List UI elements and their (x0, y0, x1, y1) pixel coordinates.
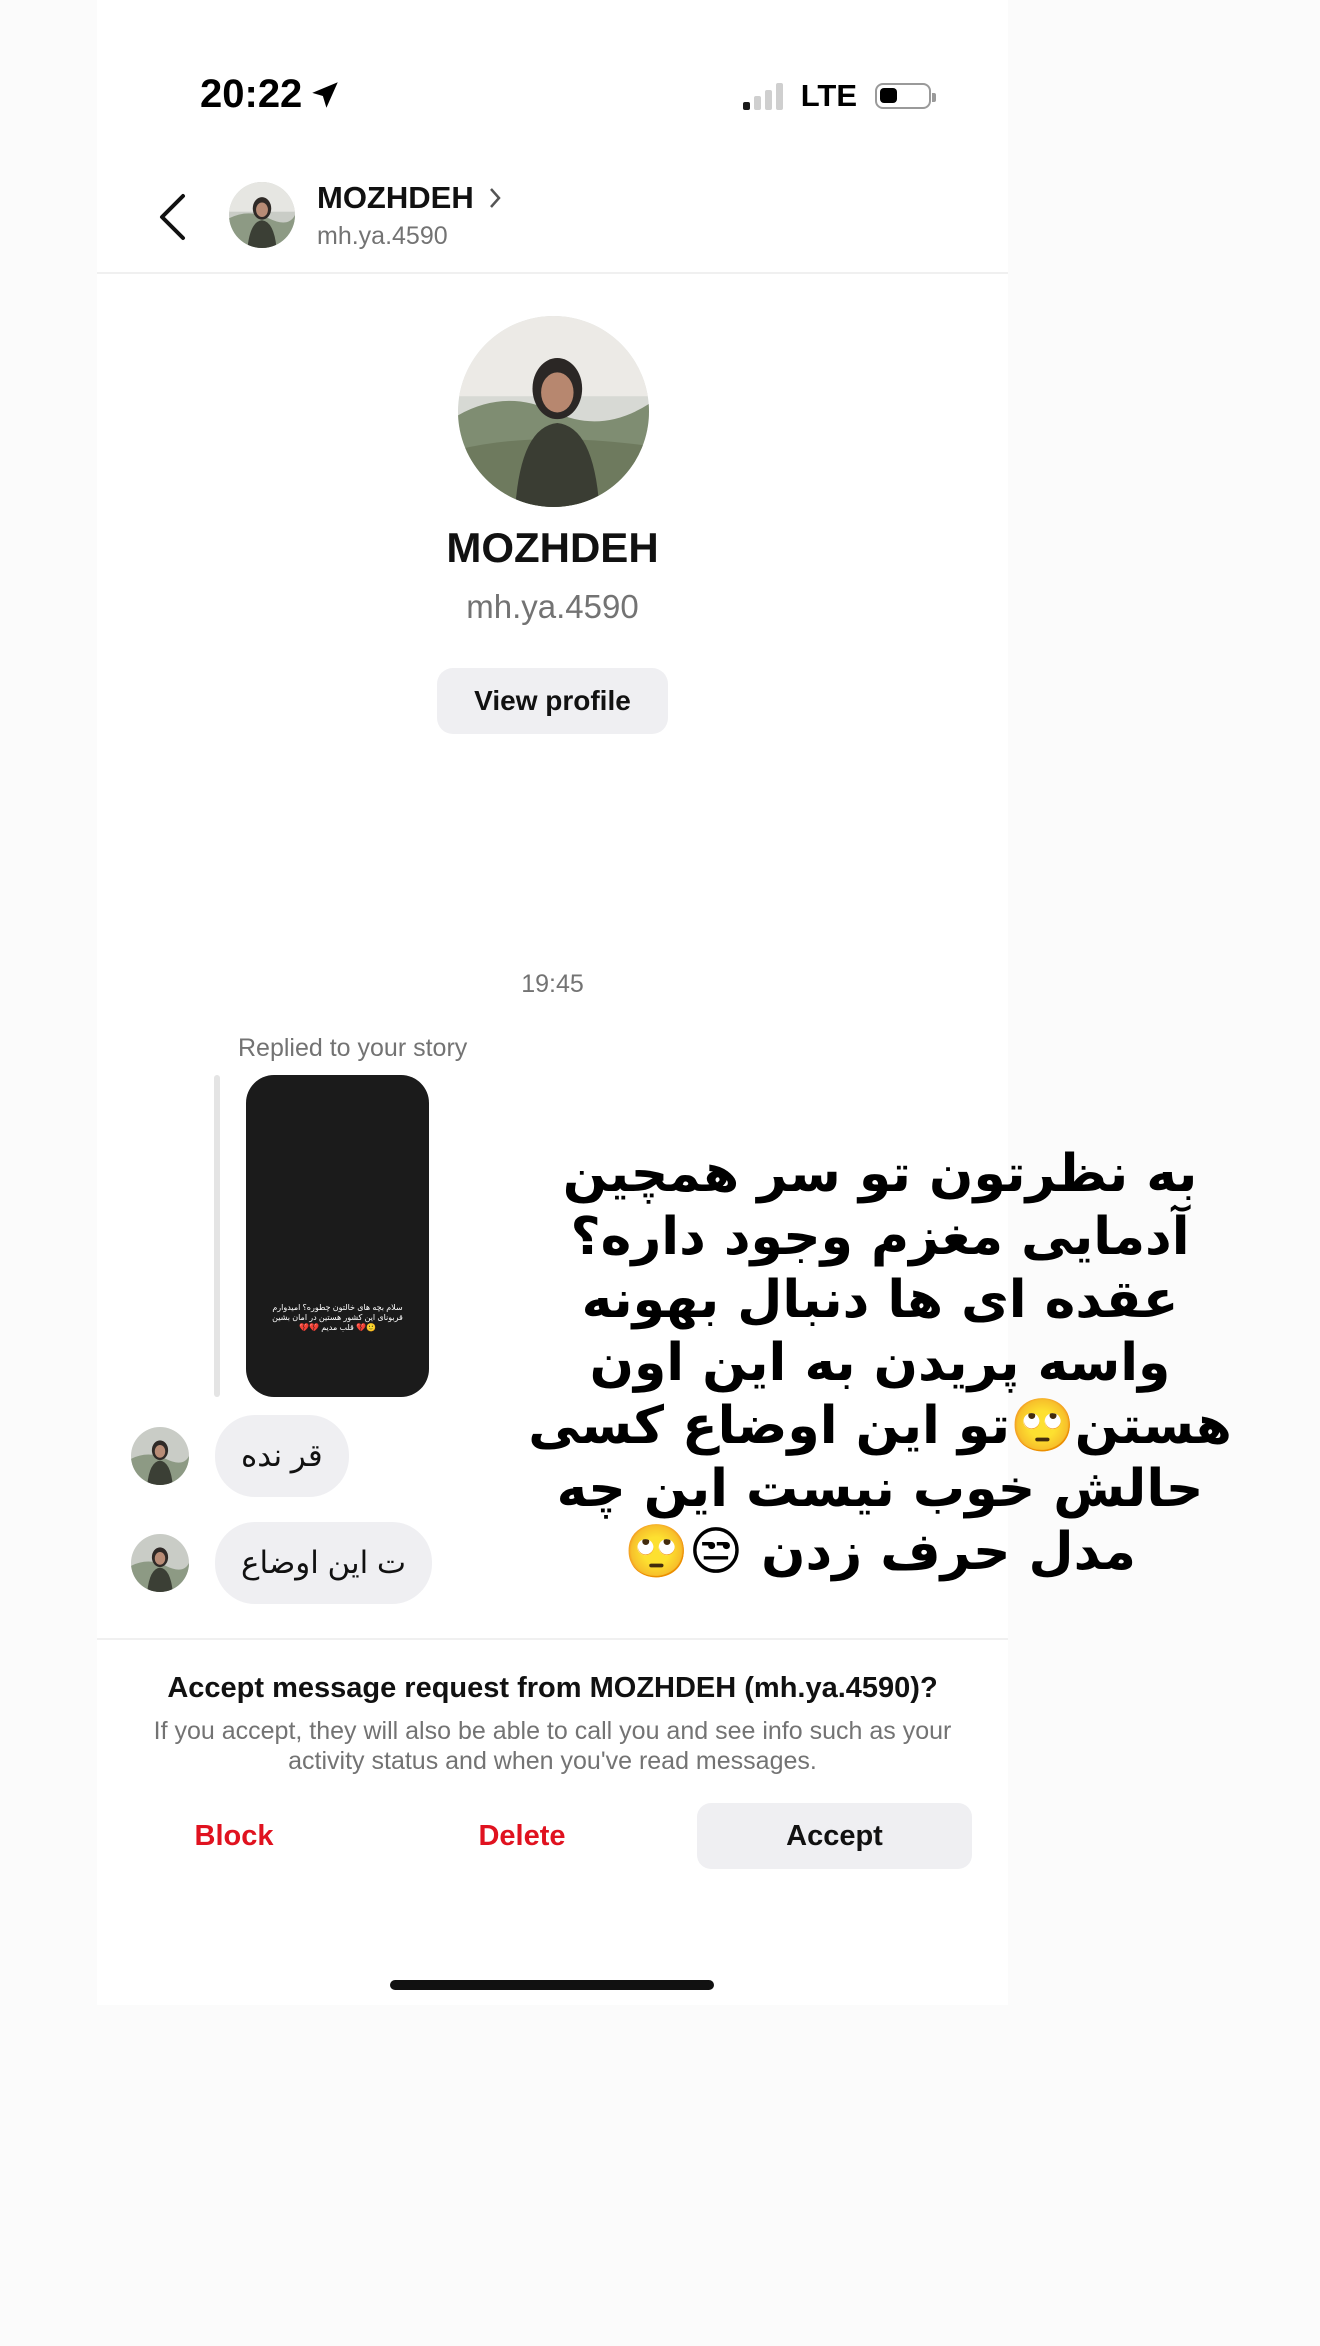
home-indicator (390, 1980, 714, 1990)
story-text: سلام بچه های خالتون چطوره؟ امیدوارم قربو… (272, 1303, 403, 1332)
clock: 20:22 (200, 72, 303, 116)
accept-button[interactable]: Accept (697, 1803, 972, 1869)
block-button[interactable]: Block (149, 1803, 319, 1869)
network-type: LTE (800, 78, 857, 113)
chevron-right-icon (489, 188, 501, 208)
message-row: ت این اوضاع (131, 1522, 433, 1604)
status-indicators: LTE (742, 78, 936, 114)
battery-icon (875, 83, 936, 109)
location-arrow-icon (312, 81, 339, 108)
header-avatar[interactable] (229, 182, 295, 248)
sender-avatar[interactable] (131, 1534, 189, 1592)
story-thumbnail[interactable]: سلام بچه های خالتون چطوره؟ امیدوارم قربو… (246, 1075, 429, 1397)
message-timestamp: 19:45 (521, 970, 584, 998)
signal-icon (742, 82, 783, 110)
back-arrow-icon[interactable] (153, 192, 193, 242)
chat-header: MOZHDEH mh.ya.4590 (97, 160, 1008, 274)
request-description: If you accept, they will also be able to… (153, 1717, 952, 1775)
request-title: Accept message request from MOZHDEH (mh.… (167, 1672, 938, 1704)
reply-indicator-line (214, 1075, 220, 1397)
delete-button[interactable]: Delete (427, 1803, 617, 1869)
sender-avatar[interactable] (131, 1427, 189, 1485)
view-profile-button[interactable]: View profile (437, 668, 668, 734)
header-username: mh.ya.4590 (317, 222, 448, 250)
replied-label: Replied to your story (238, 1034, 468, 1062)
profile-username: mh.ya.4590 (466, 588, 639, 625)
overlay-caption: به نظرتون تو سر همچین آدمایی مغزم وجود د… (528, 1144, 1232, 1582)
header-name[interactable]: MOZHDEH (317, 180, 502, 216)
profile-avatar[interactable] (458, 316, 649, 507)
profile-name: MOZHDEH (446, 524, 659, 571)
message-bubble[interactable]: قر نده (215, 1415, 349, 1497)
status-time: 20:22 (200, 72, 342, 117)
phone-screen: 20:22 LTE MOZHDEH mh.ya.4590 MOZHDEH mh.… (97, 0, 1008, 2005)
message-request-panel: Accept message request from MOZHDEH (mh.… (97, 1638, 1008, 1775)
message-row: قر نده (131, 1415, 349, 1497)
message-bubble[interactable]: ت این اوضاع (215, 1522, 433, 1604)
